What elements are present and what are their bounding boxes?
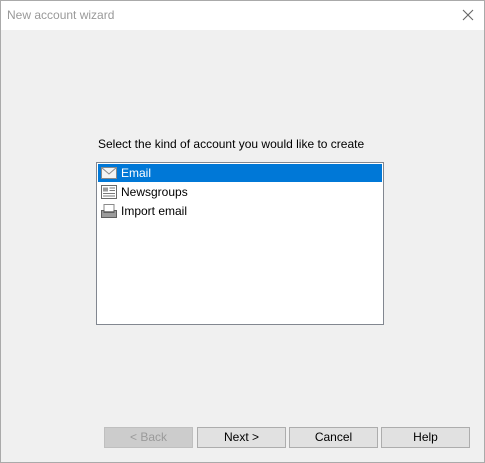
list-item-label: Import email <box>121 204 188 218</box>
account-type-prompt: Select the kind of account you would lik… <box>98 137 365 151</box>
newsgroup-icon <box>101 185 117 199</box>
help-button[interactable]: Help <box>381 427 470 448</box>
list-item-label: Email <box>121 166 152 180</box>
title-bar[interactable]: New account wizard <box>1 1 484 30</box>
list-item-label: Newsgroups <box>121 185 188 199</box>
close-button[interactable] <box>458 6 478 24</box>
account-type-list[interactable]: Email Newsgroups Import email <box>96 162 384 325</box>
back-button[interactable]: < Back <box>104 427 193 448</box>
cancel-button[interactable]: Cancel <box>289 427 378 448</box>
list-item-import-email[interactable]: Import email <box>98 202 382 220</box>
list-item-newsgroups[interactable]: Newsgroups <box>98 183 382 201</box>
envelope-icon <box>101 166 117 180</box>
wizard-window: New account wizard Select the kind of ac… <box>0 0 485 463</box>
next-button[interactable]: Next > <box>197 427 286 448</box>
window-title: New account wizard <box>7 8 115 22</box>
button-bar: < Back Next > Cancel Help <box>1 427 484 449</box>
close-icon <box>462 9 474 21</box>
import-tray-icon <box>101 204 117 218</box>
list-item-email[interactable]: Email <box>98 164 382 182</box>
